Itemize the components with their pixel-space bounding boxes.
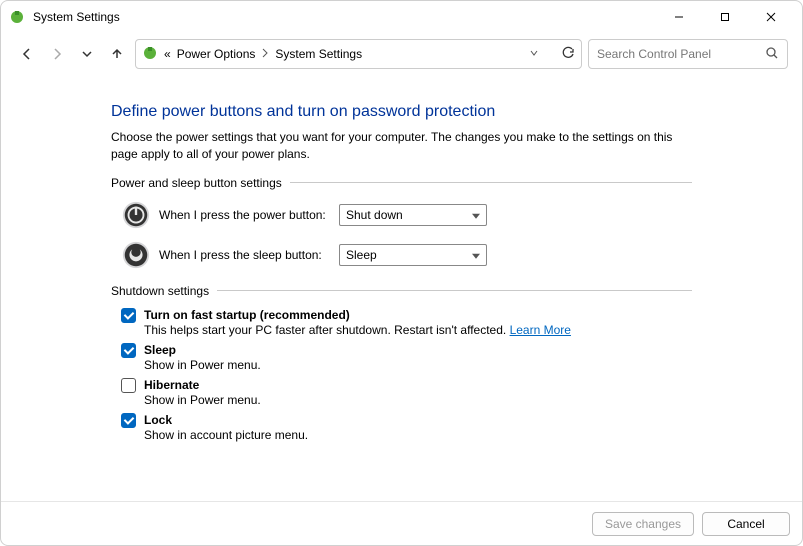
breadcrumb-item-1[interactable]: System Settings — [275, 47, 362, 61]
power-button-select[interactable]: Shut down — [339, 204, 487, 226]
checkbox-row-sleep: Sleep Show in Power menu. — [121, 343, 692, 372]
search-input[interactable] — [597, 47, 759, 61]
power-icon — [121, 200, 151, 230]
window: System Settings « Power Options System S… — [0, 0, 803, 546]
checkbox-row-hibernate: Hibernate Show in Power menu. — [121, 378, 692, 407]
desc-hibernate: Show in Power menu. — [144, 393, 692, 407]
label-sleep: Sleep — [144, 343, 176, 357]
checkbox-fast-startup[interactable] — [121, 308, 136, 323]
app-icon — [9, 9, 25, 25]
window-controls — [656, 1, 794, 33]
refresh-button[interactable] — [561, 46, 575, 63]
checkbox-row-lock: Lock Show in account picture menu. — [121, 413, 692, 442]
minimize-button[interactable] — [656, 1, 702, 33]
checkbox-lock[interactable] — [121, 413, 136, 428]
breadcrumb-item-0[interactable]: Power Options — [177, 47, 256, 61]
titlebar: System Settings — [1, 1, 802, 33]
label-lock: Lock — [144, 413, 172, 427]
fieldset-power-sleep: Power and sleep button settings When I p… — [111, 176, 692, 270]
desc-lock: Show in account picture menu. — [144, 428, 692, 442]
app-icon-small — [142, 45, 158, 64]
page-subtext: Choose the power settings that you want … — [111, 129, 692, 164]
search-icon[interactable] — [765, 46, 779, 63]
learn-more-link[interactable]: Learn More — [510, 323, 571, 337]
back-button[interactable] — [15, 42, 39, 66]
checkbox-row-fast-startup: Turn on fast startup (recommended) This … — [121, 308, 692, 337]
sleep-button-select[interactable]: Sleep — [339, 244, 487, 266]
content: Define power buttons and turn on passwor… — [1, 75, 802, 501]
fieldset-shutdown: Shutdown settings Turn on fast startup (… — [111, 284, 692, 442]
rule — [217, 290, 692, 291]
footer: Save changes Cancel — [1, 501, 802, 545]
recent-locations-button[interactable] — [75, 42, 99, 66]
sleep-icon — [121, 240, 151, 270]
maximize-button[interactable] — [702, 1, 748, 33]
close-button[interactable] — [748, 1, 794, 33]
power-button-label: When I press the power button: — [159, 208, 339, 222]
page-heading: Define power buttons and turn on passwor… — [111, 103, 692, 121]
legend-shutdown: Shutdown settings — [111, 284, 209, 298]
desc-sleep: Show in Power menu. — [144, 358, 692, 372]
checkbox-hibernate[interactable] — [121, 378, 136, 393]
window-title: System Settings — [33, 10, 120, 24]
label-hibernate: Hibernate — [144, 378, 199, 392]
address-bar[interactable]: « Power Options System Settings — [135, 39, 582, 69]
rule — [290, 182, 692, 183]
sleep-button-label: When I press the sleep button: — [159, 248, 339, 262]
navbar: « Power Options System Settings — [1, 33, 802, 75]
save-changes-button[interactable]: Save changes — [592, 512, 694, 536]
cancel-button[interactable]: Cancel — [702, 512, 790, 536]
up-button[interactable] — [105, 42, 129, 66]
checkbox-sleep[interactable] — [121, 343, 136, 358]
forward-button[interactable] — [45, 42, 69, 66]
address-dropdown-icon[interactable] — [529, 47, 539, 61]
legend-power-sleep: Power and sleep button settings — [111, 176, 282, 190]
chevron-right-icon — [261, 47, 269, 61]
desc-fast-startup: This helps start your PC faster after sh… — [144, 323, 692, 337]
search-box[interactable] — [588, 39, 788, 69]
label-fast-startup: Turn on fast startup (recommended) — [144, 308, 350, 322]
breadcrumb-prefix: « — [164, 47, 171, 61]
